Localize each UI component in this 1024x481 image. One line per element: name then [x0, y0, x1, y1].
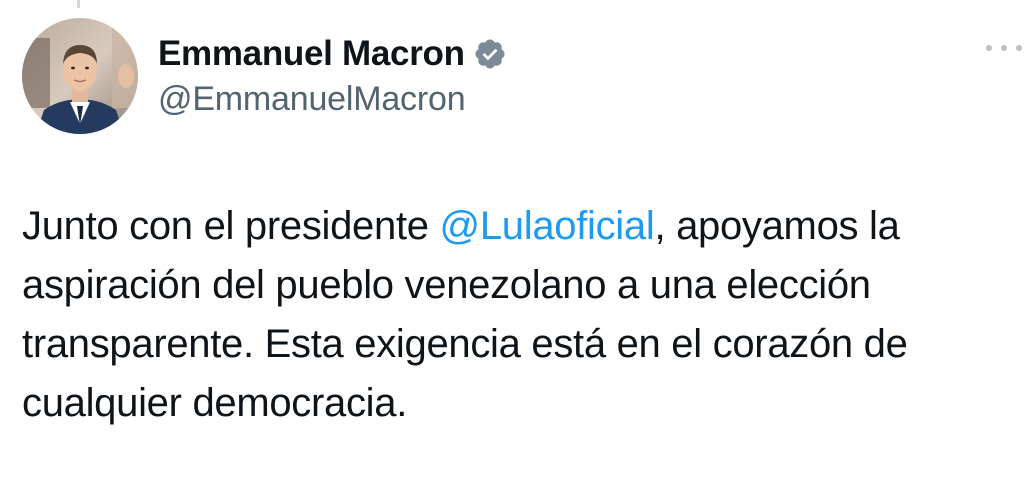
text-segment: , apoyamos la — [654, 204, 900, 248]
tweet-text-line: transparente. Esta exigencia está en el … — [22, 322, 908, 366]
text-segment: Junto con el presidente — [22, 204, 440, 248]
tweet-text: Junto con el presidente @Lulaoficial, ap… — [22, 197, 1012, 433]
avatar[interactable] — [22, 18, 138, 134]
more-horizontal-icon[interactable] — [984, 36, 1024, 60]
verified-badge-icon[interactable] — [473, 37, 507, 71]
author-display-name[interactable]: Emmanuel Macron — [158, 34, 465, 74]
thread-connector — [77, 0, 80, 8]
more-dot — [1001, 45, 1007, 51]
tweet-text-line: cualquier democracia. — [22, 381, 408, 425]
mention-link[interactable]: @Lulaoficial — [440, 204, 655, 248]
more-dot — [1016, 45, 1022, 51]
tweet-text-line: aspiración del pueblo venezolano a una e… — [22, 263, 871, 307]
avatar-photo-icon — [22, 18, 138, 134]
more-dot — [986, 45, 992, 51]
author-handle[interactable]: @EmmanuelMacron — [158, 80, 466, 119]
author-name-row: Emmanuel Macron — [158, 32, 507, 76]
tweet-text-line: Junto con el presidente @Lulaoficial, ap… — [22, 197, 1012, 256]
